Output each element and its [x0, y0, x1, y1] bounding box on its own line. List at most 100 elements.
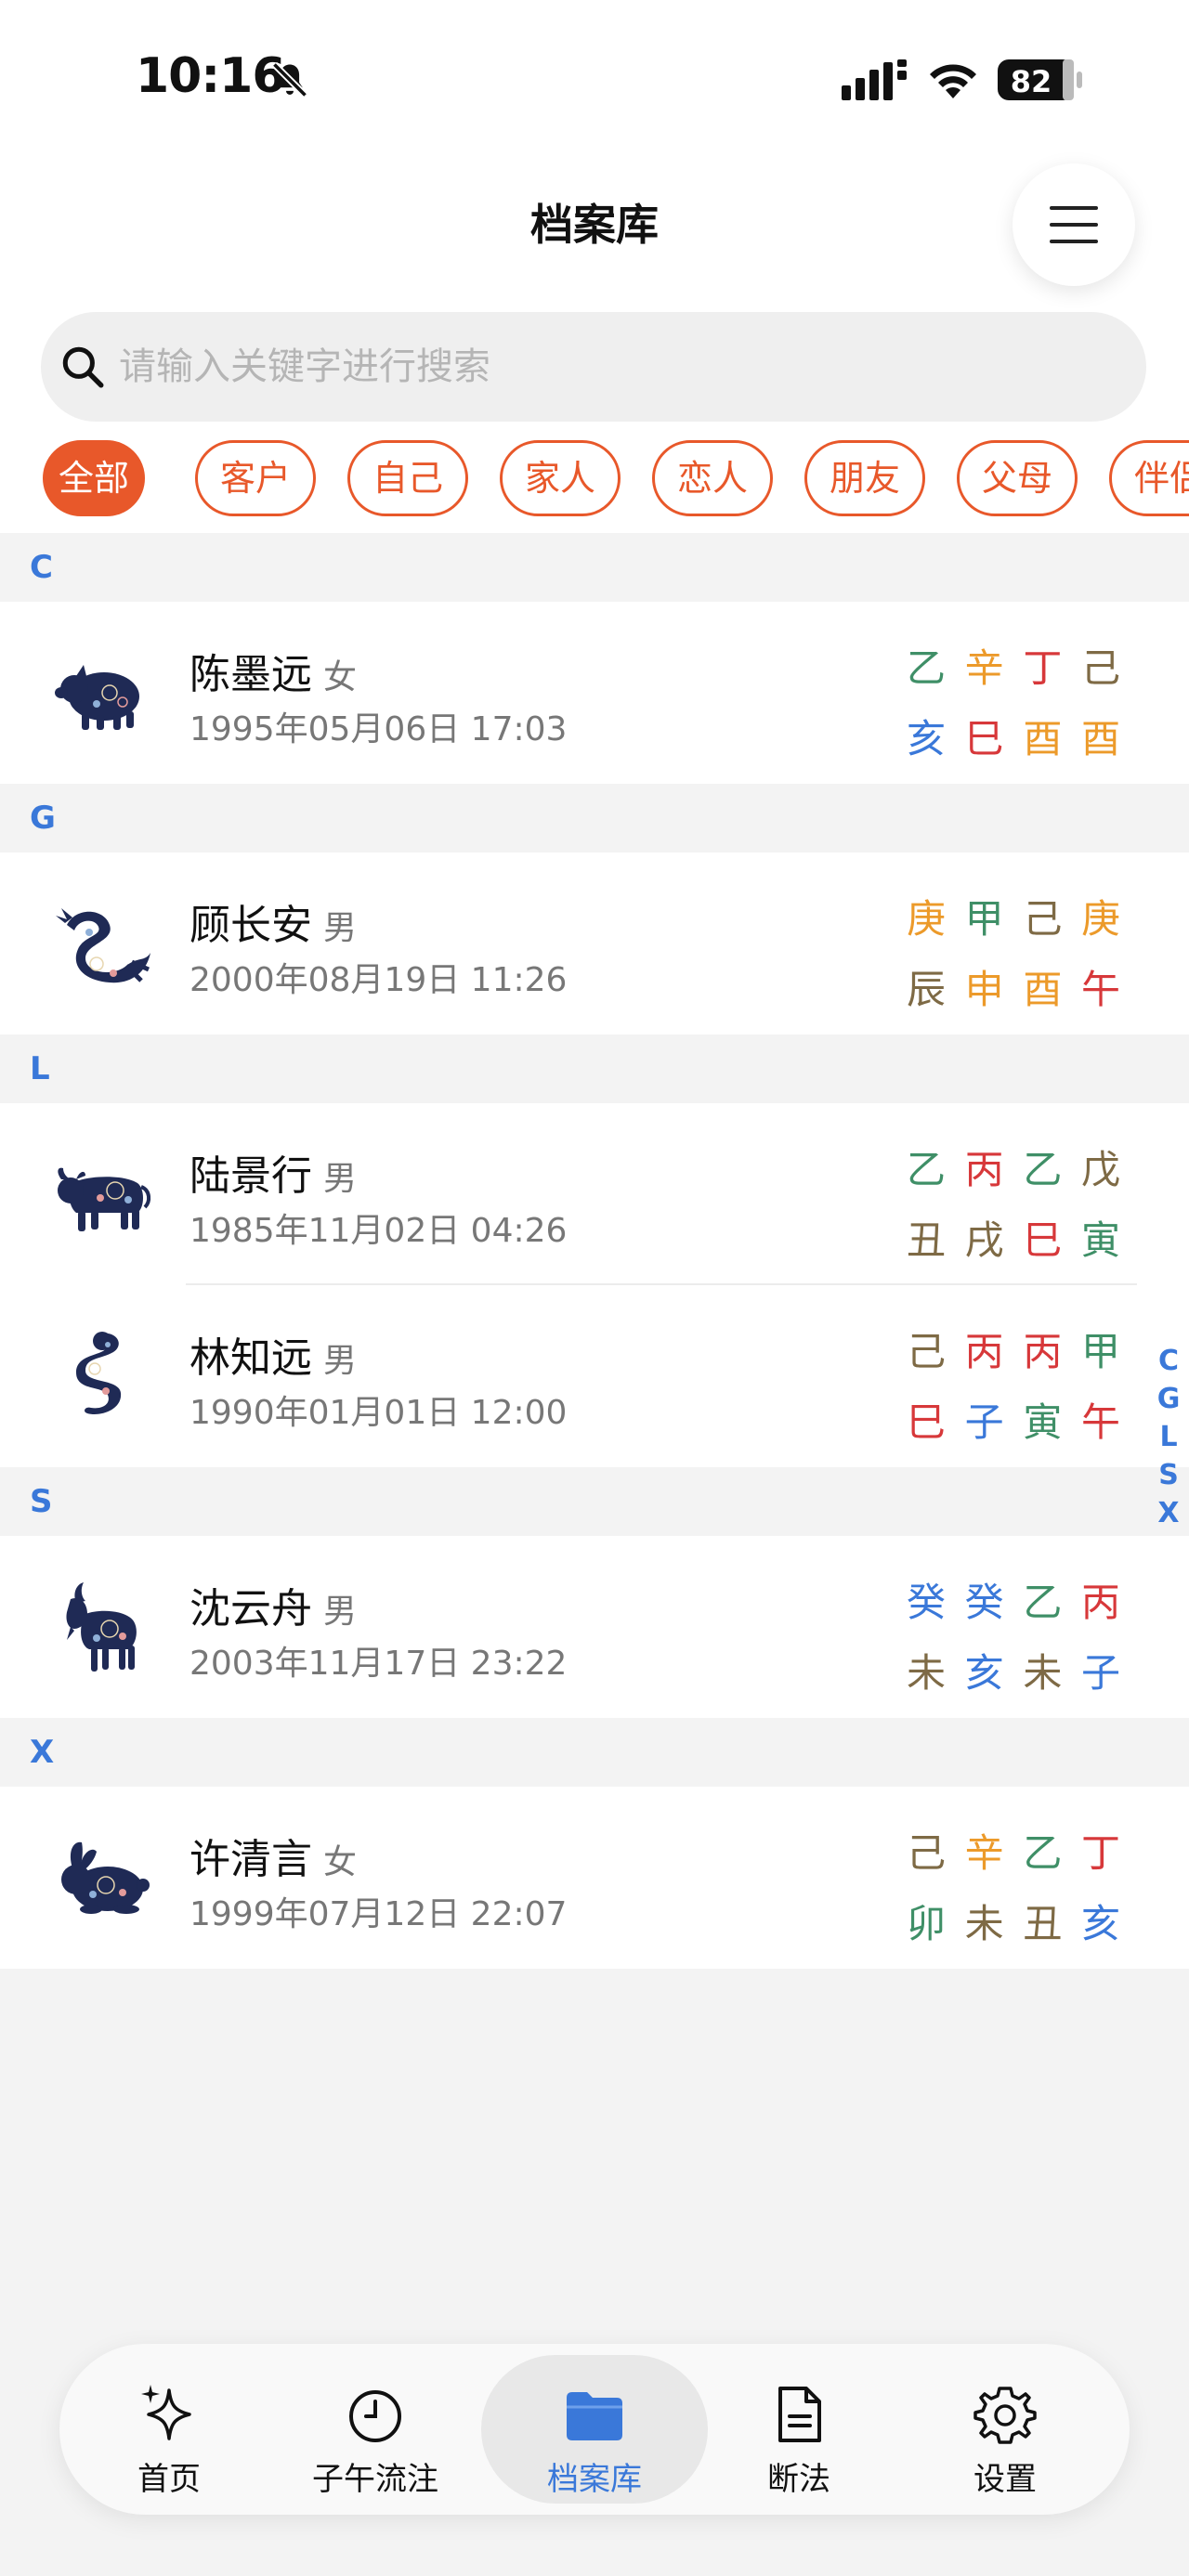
bazi-character: 丙: [964, 1147, 1004, 1192]
document-icon: [778, 2387, 821, 2442]
bazi-stems: 乙辛丁己: [907, 637, 1120, 694]
sparkle-icon: [141, 2385, 191, 2440]
bazi-character: 未: [907, 1650, 947, 1696]
bazi-character: 乙: [907, 1147, 947, 1192]
search-input[interactable]: [119, 312, 1122, 422]
snake-zodiac-icon: [76, 1332, 122, 1415]
profile-name: 林知远: [189, 1334, 312, 1382]
filter-chip[interactable]: 伴侣: [1109, 440, 1189, 516]
section-header: X: [0, 1718, 1189, 1787]
index-letter[interactable]: X: [1154, 1497, 1183, 1535]
section-header: S: [0, 1467, 1189, 1536]
bazi-character: 辛: [964, 645, 1004, 691]
profile-row[interactable]: 许清言女 1999年07月12日 22:07 己辛乙丁卯未丑亥: [0, 1787, 1189, 1969]
bazi-character: 甲: [964, 896, 1004, 942]
page-title: 档案库: [530, 200, 659, 250]
bazi-character: 己: [907, 1830, 947, 1876]
filter-chip[interactable]: 自己: [347, 440, 468, 516]
cellular-signal-icon: [842, 59, 907, 100]
index-letter[interactable]: C: [1154, 1345, 1183, 1383]
nav-item[interactable]: 档案库: [502, 2344, 687, 2515]
menu-button[interactable]: [1013, 163, 1135, 286]
bazi-character: 丙: [1023, 1329, 1063, 1374]
profile-row[interactable]: 陆景行男 1985年11月02日 04:26 乙丙乙戊丑戌巳寅: [0, 1103, 1189, 1285]
filter-chip[interactable]: 全部: [43, 440, 145, 516]
dragon-zodiac-icon: [56, 908, 150, 983]
nav-item[interactable]: 子午流注: [282, 2344, 468, 2515]
search-icon: [62, 346, 104, 388]
profile-row[interactable]: 顾长安男 2000年08月19日 11:26 庚甲己庚辰申酉午: [0, 852, 1189, 1034]
menu-icon: [1050, 206, 1098, 210]
profile-gender: 男: [323, 909, 358, 947]
bazi-branches: 辰申酉午: [907, 958, 1120, 1015]
search-bar[interactable]: [41, 312, 1146, 422]
nav-label: 档案库: [547, 2461, 642, 2498]
index-letter[interactable]: G: [1154, 1383, 1183, 1421]
nav-item[interactable]: 设置: [912, 2344, 1098, 2515]
bazi-branches: 亥巳酉酉: [907, 708, 1120, 764]
bazi-stems: 己辛乙丁: [907, 1822, 1120, 1879]
bazi-character: 亥: [1080, 1901, 1120, 1946]
profile-name-line: 陈墨远女: [189, 641, 357, 700]
gear-icon: [973, 2387, 1037, 2444]
bazi-stems: 己丙丙甲: [907, 1321, 1120, 1377]
profile-birth-datetime: 1985年11月02日 04:26: [189, 1212, 568, 1250]
profile-birth-datetime: 2003年11月17日 23:22: [189, 1645, 568, 1683]
section-header: C: [0, 533, 1189, 602]
alphabet-index[interactable]: CGLSX: [1154, 1345, 1183, 1535]
bazi-character: 丙: [1080, 1580, 1120, 1625]
profile-name: 许清言: [189, 1836, 312, 1883]
nav-label: 设置: [973, 2461, 1037, 2498]
pig-zodiac-icon: [55, 665, 139, 730]
profile-gender: 男: [323, 1342, 358, 1380]
bazi-character: 申: [964, 967, 1004, 1012]
bazi-branches: 巳子寅午: [907, 1391, 1120, 1448]
nav-label: 首页: [137, 2461, 201, 2498]
nav-item[interactable]: 断法: [706, 2344, 892, 2515]
section-header: G: [0, 784, 1189, 852]
bazi-character: 丑: [1023, 1901, 1063, 1946]
bazi-character: 丁: [1080, 1830, 1120, 1876]
profile-gender: 男: [323, 1593, 358, 1631]
bazi-character: 寅: [1080, 1217, 1120, 1263]
bazi-character: 亥: [907, 716, 947, 761]
filter-chip[interactable]: 朋友: [804, 440, 925, 516]
bazi-character: 戊: [1080, 1147, 1120, 1192]
bazi-character: 乙: [1023, 1830, 1063, 1876]
bazi-character: 丑: [907, 1217, 947, 1263]
filter-chip[interactable]: 客户: [195, 440, 316, 516]
nav-label: 断法: [767, 2461, 830, 2498]
profile-name-line: 沈云舟男: [189, 1575, 357, 1634]
profile-name-line: 林知远男: [189, 1324, 357, 1384]
filter-chip[interactable]: 父母: [957, 440, 1078, 516]
profile-name-line: 许清言女: [189, 1826, 357, 1885]
bazi-character: 癸: [964, 1580, 1004, 1625]
index-letter[interactable]: L: [1154, 1421, 1183, 1459]
profile-row[interactable]: 陈墨远女 1995年05月06日 17:03 乙辛丁己亥巳酉酉: [0, 602, 1189, 784]
profile-row[interactable]: 林知远男 1990年01月01日 12:00 己丙丙甲巳子寅午: [0, 1285, 1189, 1467]
bazi-stems: 庚甲己庚: [907, 888, 1120, 944]
bazi-character: 未: [1023, 1650, 1063, 1696]
bazi-character: 午: [1080, 967, 1120, 1012]
profile-birth-datetime: 2000年08月19日 11:26: [189, 961, 568, 999]
profile-name: 陆景行: [189, 1152, 312, 1200]
profile-gender: 女: [323, 1843, 358, 1881]
bazi-character: 亥: [964, 1650, 1004, 1696]
goat-zodiac-icon: [66, 1582, 137, 1672]
filter-chip[interactable]: 家人: [500, 440, 621, 516]
bazi-character: 酉: [1023, 967, 1063, 1012]
index-letter[interactable]: S: [1154, 1459, 1183, 1497]
profile-birth-datetime: 1999年07月12日 22:07: [189, 1895, 568, 1933]
rabbit-zodiac-icon: [61, 1841, 150, 1914]
bazi-branches: 丑戌巳寅: [907, 1209, 1120, 1266]
battery-level: 82: [1011, 64, 1052, 99]
profile-name: 陈墨远: [189, 651, 312, 698]
bazi-character: 子: [1080, 1650, 1120, 1696]
wifi-icon: [930, 64, 976, 98]
filter-chip[interactable]: 恋人: [652, 440, 773, 516]
profile-row[interactable]: 沈云舟男 2003年11月17日 23:22 癸癸乙丙未亥未子: [0, 1536, 1189, 1718]
nav-item[interactable]: 首页: [76, 2344, 262, 2515]
bazi-character: 巳: [907, 1399, 947, 1445]
bazi-character: 酉: [1023, 716, 1063, 761]
profile-gender: 女: [323, 658, 358, 696]
